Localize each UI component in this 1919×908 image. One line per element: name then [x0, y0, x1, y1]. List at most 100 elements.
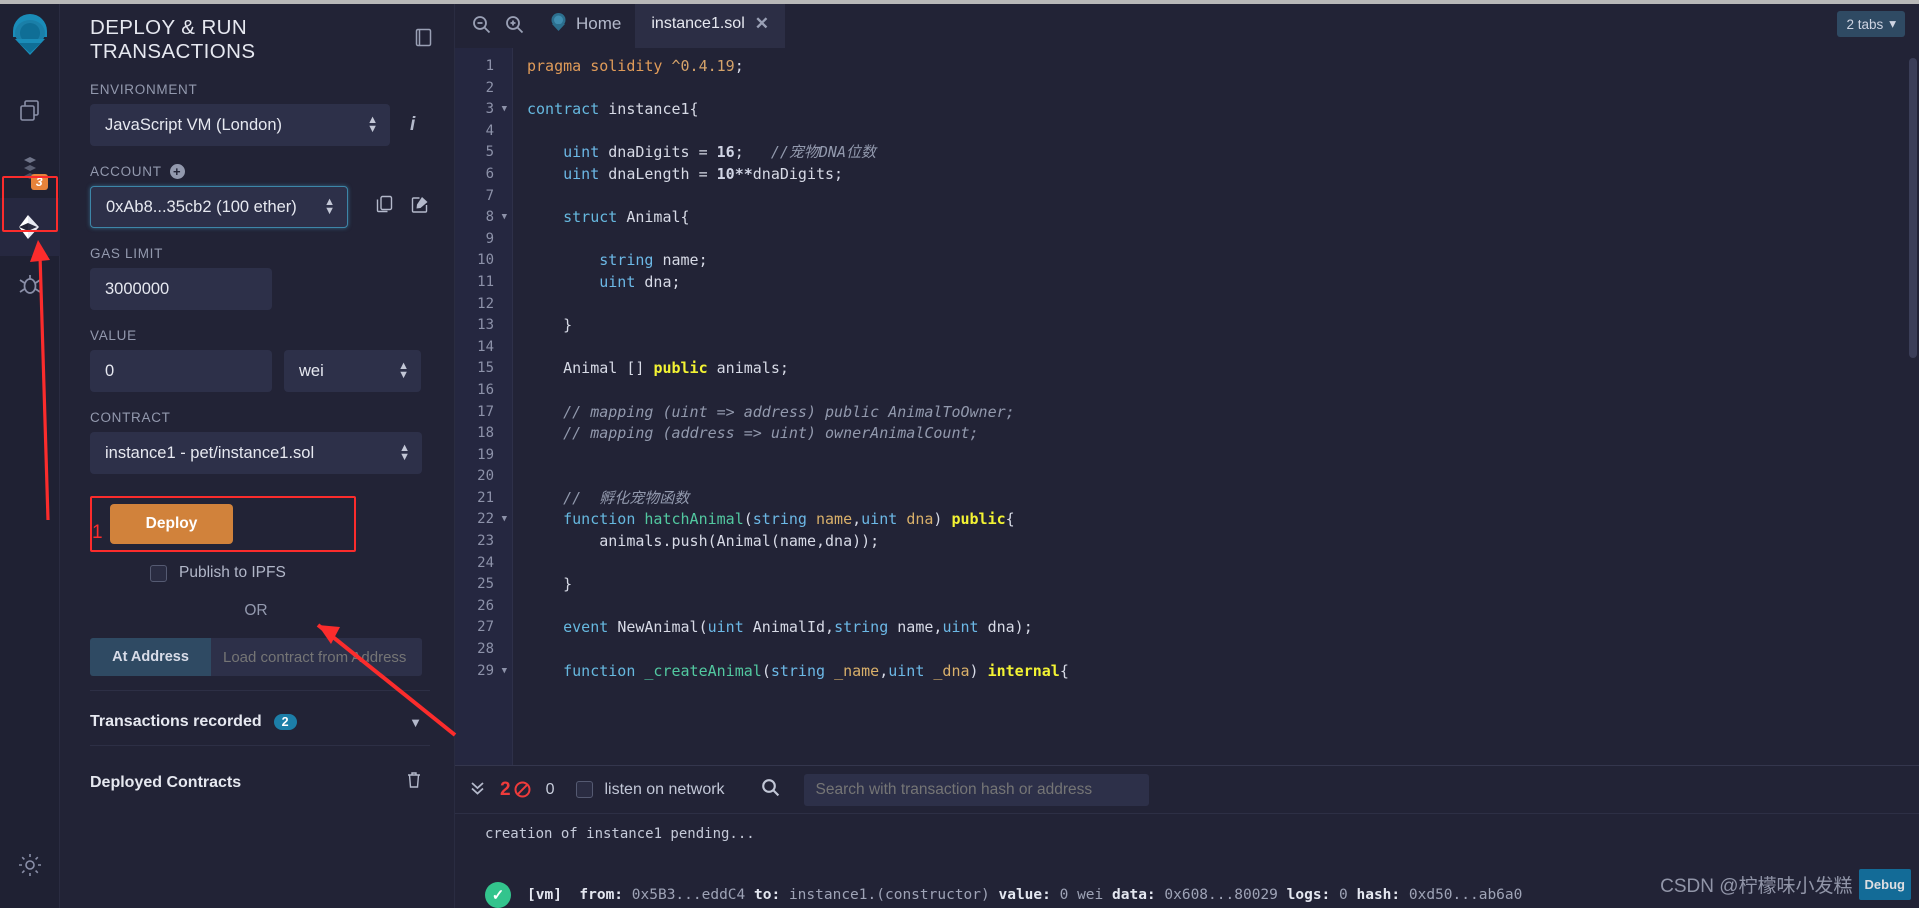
close-icon[interactable]: ✕: [755, 14, 769, 34]
log-value-value: 0 wei: [1059, 887, 1104, 903]
fold-arrow-icon[interactable]: ▼: [502, 207, 507, 229]
caret-down-icon: ▾: [1889, 16, 1896, 31]
code-token: pragma: [527, 57, 591, 75]
publish-ipfs-label: Publish to IPFS: [179, 564, 286, 581]
book-icon[interactable]: [415, 28, 432, 52]
line-number: 3 ▼: [455, 99, 512, 121]
transactions-recorded-row[interactable]: Transactions recorded 2 ▼: [90, 713, 422, 731]
fold-arrow-icon[interactable]: ▼: [502, 509, 507, 531]
editor-scrollbar[interactable]: [1909, 58, 1917, 358]
line-number: 22 ▼: [455, 509, 512, 531]
code-token: dnaDigits =: [599, 143, 717, 162]
line-number: 10: [477, 252, 494, 269]
code-line: }: [527, 315, 1919, 337]
code-token: ,: [879, 661, 889, 680]
account-value: 0xAb8...35cb2 (100 ether): [106, 197, 297, 216]
publish-ipfs-row[interactable]: Publish to IPFS: [150, 564, 454, 582]
code-token: string: [770, 661, 826, 680]
plus-circle-icon[interactable]: +: [169, 164, 185, 179]
code-line: uint dnaDigits = 16; //宠物DNA位数: [527, 142, 1919, 164]
sidebar-item-settings[interactable]: [0, 836, 60, 894]
fold-arrow-icon[interactable]: ▼: [502, 661, 507, 683]
account-label-text: ACCOUNT: [90, 164, 162, 179]
code-token: AnimalId,: [743, 618, 835, 637]
listen-on-network-checkbox[interactable]: [576, 781, 594, 798]
code-token: uint: [563, 164, 600, 183]
value-input[interactable]: 0: [90, 350, 272, 392]
edit-icon[interactable]: [411, 195, 429, 219]
line-number: 21: [477, 489, 494, 506]
terminal-error-indicator[interactable]: 2: [500, 779, 532, 801]
tab-home-label: Home: [576, 14, 622, 33]
fold-arrow-icon[interactable]: ▼: [502, 99, 507, 121]
terminal-warning-count: 0: [545, 780, 555, 798]
code-editor[interactable]: 1 2 3 ▼ 4 5 6 7 8 ▼ 9 10 11 12 13 14 15 16 17 18 19 20 21 22 ▼ 23…: [455, 48, 1919, 765]
chevron-down-icon[interactable]: ▼: [409, 715, 422, 730]
chevrons-down-icon[interactable]: [469, 779, 486, 800]
log-to-label: to:: [754, 887, 781, 903]
remix-logo-icon[interactable]: [6, 12, 54, 64]
value-unit-select[interactable]: wei ▲ ▼: [284, 350, 421, 392]
log-vm-tag: [vm]: [527, 887, 562, 903]
deployed-contracts-row[interactable]: Deployed Contracts: [90, 771, 422, 794]
sidebar-item-file-explorer[interactable]: [0, 82, 60, 140]
code-token: (: [761, 661, 771, 680]
code-line: uint dnaLength = 10**dnaDigits;: [527, 164, 1919, 186]
code-line: event NewAnimal(uint AnimalId,string nam…: [527, 617, 1919, 639]
contract-select[interactable]: instance1 - pet/instance1.sol ▲ ▼: [90, 432, 422, 474]
line-number: 9: [485, 230, 494, 247]
line-number: 18: [477, 425, 494, 442]
terminal-search-input[interactable]: [803, 773, 1149, 806]
deployed-contracts-label: Deployed Contracts: [90, 773, 242, 791]
window-top-strip: [0, 0, 1919, 4]
code-token: Animal{: [626, 208, 690, 227]
deploy-button[interactable]: Deploy: [110, 504, 233, 544]
gas-limit-input[interactable]: 3000000: [90, 268, 272, 310]
publish-ipfs-checkbox[interactable]: [150, 564, 167, 582]
search-icon[interactable]: [761, 778, 780, 802]
code-token: dna;: [635, 272, 681, 291]
terminal-log-row[interactable]: ✓ [vm] from: 0x5B3...eddC4 to: instance1…: [455, 882, 1919, 908]
line-number: 6: [485, 165, 494, 182]
sidebar-item-solidity-compiler[interactable]: 3: [0, 140, 60, 198]
chevron-updown-icon: ▲ ▼: [399, 442, 410, 463]
log-hash-value: 0xd50...ab6a0: [1408, 887, 1523, 903]
code-token: _name: [834, 661, 880, 680]
code-token: string: [834, 618, 889, 637]
at-address-input[interactable]: [211, 638, 422, 676]
environment-select[interactable]: JavaScript VM (London) ▲ ▼: [90, 104, 390, 146]
tabs-count-badge[interactable]: 2 tabs ▾: [1837, 11, 1905, 37]
sidebar-item-deploy-run-transactions[interactable]: [0, 198, 60, 256]
annotation-step-1: 1: [92, 522, 103, 543]
code-token: instance1{: [608, 100, 699, 119]
log-logs-label: logs:: [1286, 887, 1331, 903]
zoom-out-icon[interactable]: [472, 15, 491, 34]
trash-icon[interactable]: [406, 771, 422, 794]
code-token: contract: [527, 100, 609, 119]
code-content[interactable]: pragma solidity ^0.4.19; contract instan…: [513, 48, 1919, 765]
log-data-value: 0x608...80029: [1164, 887, 1278, 903]
at-address-button[interactable]: At Address: [90, 638, 211, 676]
at-address-row: At Address: [90, 638, 422, 676]
tab-instance1-sol[interactable]: instance1.sol ✕: [635, 0, 785, 48]
environment-info-icon[interactable]: i: [410, 114, 415, 136]
account-select[interactable]: 0xAb8...35cb2 (100 ether) ▲ ▼: [90, 186, 348, 228]
zoom-in-icon[interactable]: [505, 15, 524, 34]
code-token: {: [1005, 510, 1015, 529]
tab-home[interactable]: Home: [535, 12, 635, 37]
terminal-log-text: [vm] from: 0x5B3...eddC4 to: instance1.(…: [527, 887, 1522, 903]
sidebar-item-debugger[interactable]: [0, 256, 60, 314]
value-label-text: VALUE: [90, 328, 137, 343]
copy-icon[interactable]: [376, 195, 393, 219]
code-token: uint: [888, 661, 925, 680]
listen-on-network-row[interactable]: listen on network: [576, 781, 725, 799]
